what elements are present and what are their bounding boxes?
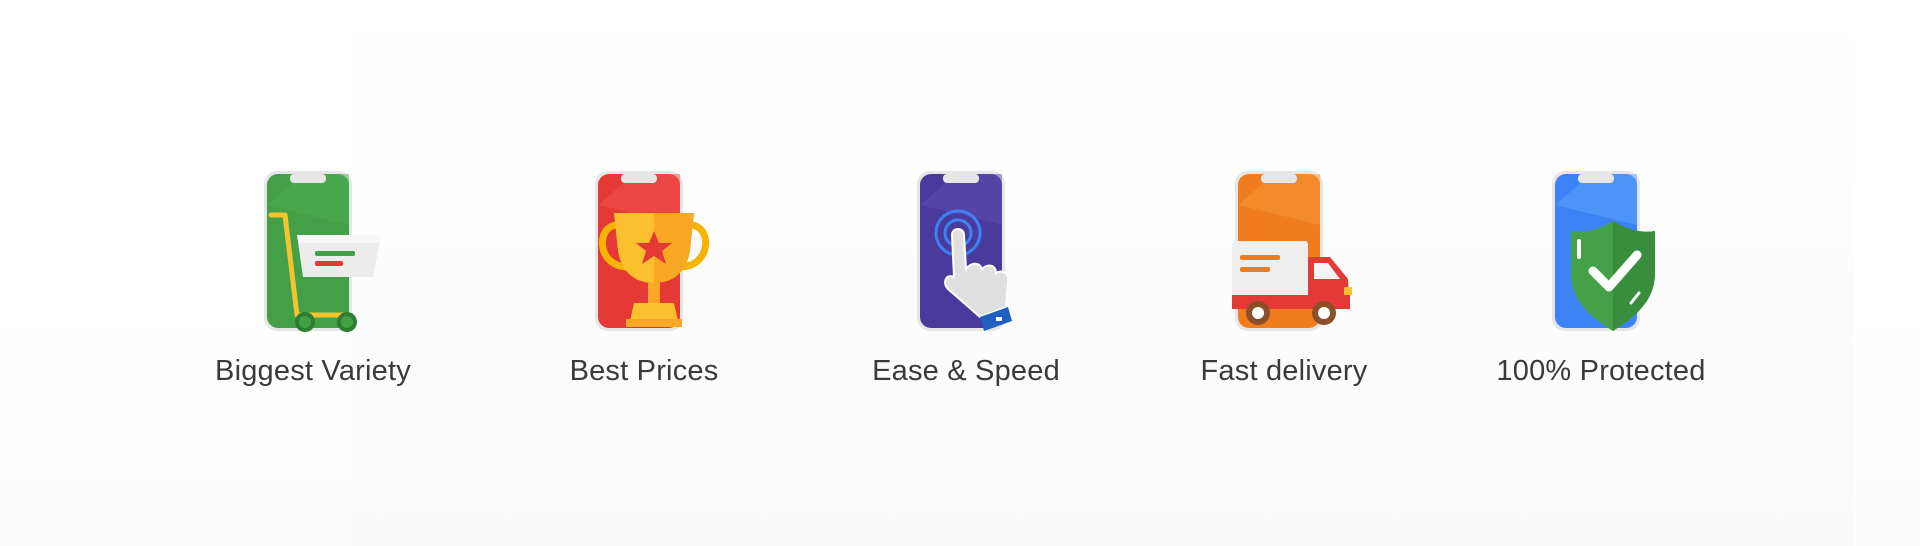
feature-biggest-variety: Biggest Variety [183, 165, 443, 415]
trophy-phone-icon [595, 171, 709, 331]
feature-label: Best Prices [569, 355, 719, 387]
features-strip: Biggest Variety Best Prices Ease & Speed… [0, 0, 1920, 546]
feature-best-prices: Best Prices [514, 165, 774, 415]
shopping-cart-phone-icon [264, 171, 381, 332]
shield-check-phone-icon [1552, 171, 1655, 331]
feature-ease-speed: Ease & Speed [836, 165, 1096, 415]
tap-hand-phone-icon [917, 171, 1012, 331]
delivery-truck-phone-icon [1232, 171, 1352, 331]
feature-label: Fast delivery [1200, 355, 1368, 387]
feature-label: Ease & Speed [872, 355, 1060, 387]
feature-fast-delivery: Fast delivery [1154, 165, 1414, 415]
feature-label: 100% Protected [1496, 355, 1706, 387]
features-page: Biggest Variety Best Prices Ease & Speed… [0, 0, 1920, 546]
feature-protected: 100% Protected [1471, 165, 1731, 415]
feature-label: Biggest Variety [215, 355, 411, 387]
